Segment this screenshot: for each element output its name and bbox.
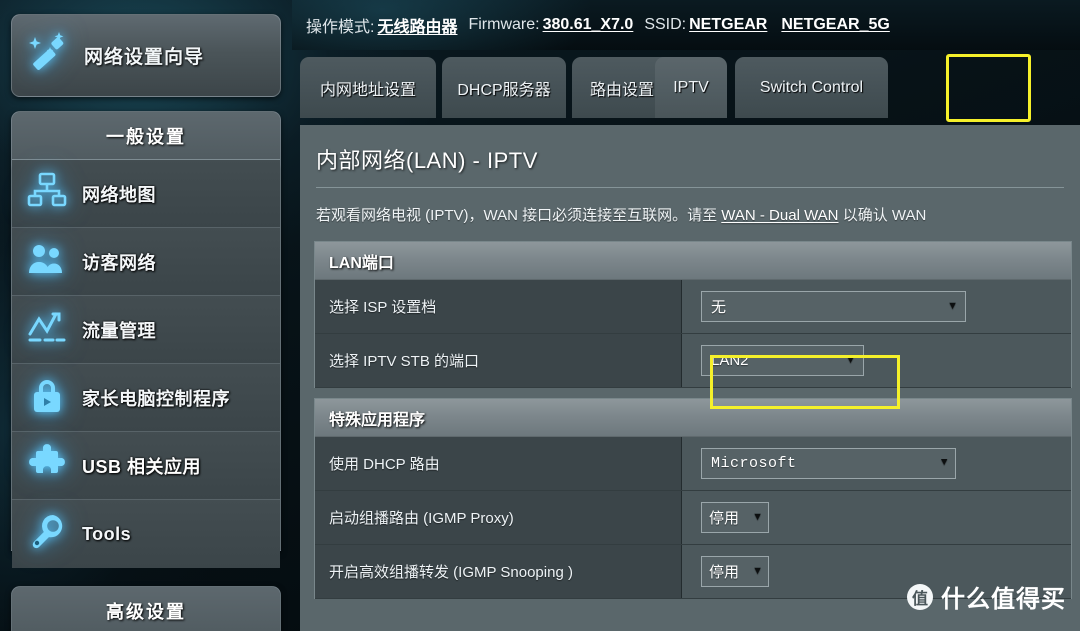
sidebar-item-label: 家长电脑控制程序 xyxy=(82,388,230,409)
operation-mode-value[interactable]: 无线路由器 xyxy=(377,13,457,37)
row-value: 停用 ▼ xyxy=(682,491,1071,544)
sidebar-item-label: 网络设置向导 xyxy=(84,47,205,68)
firmware-label: Firmware: xyxy=(468,16,540,33)
watermark-badge-icon: 值 xyxy=(907,583,933,610)
tab-switch-control[interactable]: Switch Control xyxy=(735,57,888,118)
special-section-header: 特殊应用程序 xyxy=(315,399,1071,437)
row-label: 启动组播路由 (IGMP Proxy) xyxy=(315,491,682,544)
special-application-table: 特殊应用程序 使用 DHCP 路由 Microsoft ▼ 启动组播路由 (IG… xyxy=(314,398,1072,599)
row-label: 开启高效组播转发 (IGMP Snooping ) xyxy=(315,545,682,598)
wrench-icon xyxy=(12,512,82,557)
table-row: 使用 DHCP 路由 Microsoft ▼ xyxy=(315,437,1071,491)
row-label: 使用 DHCP 路由 xyxy=(315,437,682,490)
ssid-value-24g[interactable]: NETGEAR xyxy=(689,16,767,34)
ssid-value-5g[interactable]: NETGEAR_5G xyxy=(781,16,889,34)
sidebar-general-panel: 一般设置 网络地图 访客网络 流量管理 家长电脑控制程序 USB 相关应用 To… xyxy=(11,111,281,568)
dhcp-route-select[interactable]: Microsoft ▼ xyxy=(701,448,956,479)
firmware-value[interactable]: 380.61_X7.0 xyxy=(543,16,634,34)
chevron-down-icon: ▼ xyxy=(752,511,763,523)
row-value: LAN2 ▼ xyxy=(682,334,1071,387)
table-row: 启动组播路由 (IGMP Proxy) 停用 ▼ xyxy=(315,491,1071,545)
sidebar: 网络设置向导 一般设置 网络地图 访客网络 流量管理 家长电脑控制程序 USB … xyxy=(0,0,292,631)
chevron-down-icon: ▼ xyxy=(845,354,856,366)
table-row: 选择 IPTV STB 的端口 LAN2 ▼ xyxy=(315,334,1071,388)
sidebar-item-guest-network[interactable]: 访客网络 xyxy=(12,228,280,296)
tab-lan-ip[interactable]: 内网地址设置 xyxy=(300,57,436,118)
guest-users-icon xyxy=(12,239,82,284)
sidebar-item-label: USB 相关应用 xyxy=(82,456,202,477)
sidebar-item-parental-control[interactable]: 家长电脑控制程序 xyxy=(12,364,280,432)
sidebar-general-header: 一般设置 xyxy=(12,112,280,160)
row-label: 选择 ISP 设置档 xyxy=(315,280,682,333)
lan-port-table: LAN端口 选择 ISP 设置档 无 ▼ 选择 IPTV STB 的端口 LAN… xyxy=(314,241,1072,388)
content-panel: 内部网络(LAN) - IPTV 若观看网络电视 (IPTV)，WAN 接口必须… xyxy=(300,125,1080,631)
igmp-proxy-select[interactable]: 停用 ▼ xyxy=(701,502,769,533)
chevron-down-icon: ▼ xyxy=(940,457,948,469)
sidebar-item-label: 网络地图 xyxy=(82,184,156,205)
igmp-snooping-select[interactable]: 停用 ▼ xyxy=(701,556,769,587)
sidebar-item-label: Tools xyxy=(82,523,132,544)
isp-profile-value: 无 xyxy=(711,299,727,316)
lock-icon xyxy=(12,375,82,420)
sidebar-advanced-header: 高级设置 xyxy=(12,587,280,631)
magic-wand-icon xyxy=(12,29,84,82)
lan-section-header: LAN端口 xyxy=(315,242,1071,280)
row-label: 选择 IPTV STB 的端口 xyxy=(315,334,682,387)
tab-dhcp-server[interactable]: DHCP服务器 xyxy=(442,57,566,118)
puzzle-piece-icon xyxy=(12,443,82,488)
wan-dual-wan-link[interactable]: WAN - Dual WAN xyxy=(721,207,838,224)
isp-profile-select[interactable]: 无 ▼ xyxy=(701,291,966,322)
sidebar-item-traffic-manager[interactable]: 流量管理 xyxy=(12,296,280,364)
row-value: Microsoft ▼ xyxy=(682,437,1071,490)
igmp-proxy-value: 停用 xyxy=(709,510,740,527)
ssid-label: SSID: xyxy=(644,16,687,33)
tab-iptv[interactable]: IPTV xyxy=(655,57,727,118)
traffic-chart-icon xyxy=(12,307,82,352)
chevron-down-icon: ▼ xyxy=(752,565,763,577)
description-text-before: 若观看网络电视 (IPTV)，WAN 接口必须连接至互联网。请至 xyxy=(316,207,722,224)
iptv-stb-port-select[interactable]: LAN2 ▼ xyxy=(701,345,864,376)
sidebar-item-network-map[interactable]: 网络地图 xyxy=(12,160,280,228)
operation-mode-label: 操作模式: xyxy=(306,19,375,36)
page-description: 若观看网络电视 (IPTV)，WAN 接口必须连接至互联网。请至 WAN - D… xyxy=(314,188,1066,241)
sidebar-item-network-wizard[interactable]: 网络设置向导 xyxy=(11,14,281,97)
sidebar-advanced-panel: 高级设置 xyxy=(11,586,281,631)
page-title: 内部网络(LAN) - IPTV xyxy=(316,148,538,173)
row-value: 无 ▼ xyxy=(682,280,1071,333)
main-area: 操作模式: 无线路由器 Firmware: 380.61_X7.0 SSID: … xyxy=(292,0,1080,631)
igmp-snooping-value: 停用 xyxy=(709,564,740,581)
sidebar-item-label: 访客网络 xyxy=(82,252,156,273)
table-row: 选择 ISP 设置档 无 ▼ xyxy=(315,280,1071,334)
watermark: 值 什么值得买 xyxy=(907,579,1066,614)
sidebar-item-usb-application[interactable]: USB 相关应用 xyxy=(12,432,280,500)
sidebar-item-label: 流量管理 xyxy=(82,320,156,341)
chevron-down-icon: ▼ xyxy=(947,300,958,312)
status-header: 操作模式: 无线路由器 Firmware: 380.61_X7.0 SSID: … xyxy=(292,0,1080,50)
description-text-after: 以确认 WAN xyxy=(842,207,927,224)
sidebar-item-tools[interactable]: Tools xyxy=(12,500,280,568)
tab-bar: 内网地址设置 DHCP服务器 路由设置 IPTV Switch Control xyxy=(292,50,1080,175)
network-map-icon xyxy=(12,171,82,216)
dhcp-route-value: Microsoft xyxy=(711,455,797,472)
watermark-text: 什么值得买 xyxy=(941,586,1066,613)
iptv-stb-port-value: LAN2 xyxy=(711,352,749,369)
